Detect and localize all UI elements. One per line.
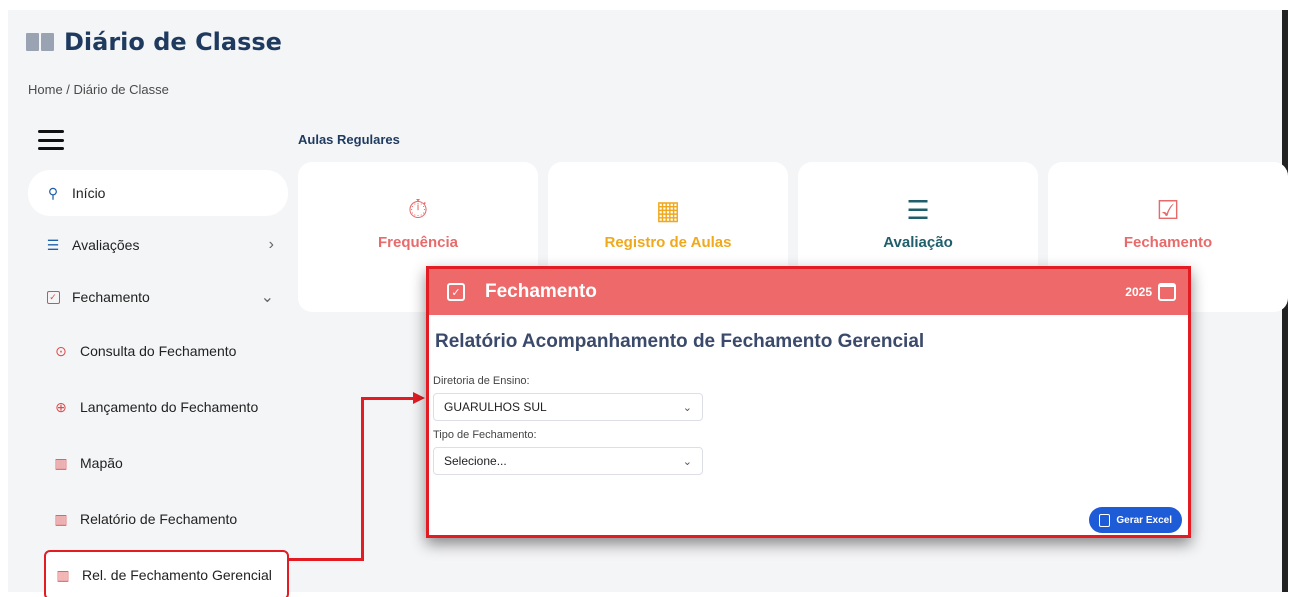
- book-icon: [26, 33, 54, 51]
- card-label: Fechamento: [1123, 234, 1213, 251]
- year-selector[interactable]: 2025: [1125, 283, 1176, 301]
- checkbox-icon: ✓: [447, 283, 465, 301]
- sidebar-item-label: Relatório de Fechamento: [80, 511, 238, 527]
- sidebar-item-label: Mapão: [80, 455, 123, 471]
- year-label: 2025: [1125, 285, 1152, 299]
- tipo-fechamento-value: Selecione...: [444, 454, 507, 468]
- gerar-excel-label: Gerar Excel: [1116, 514, 1172, 526]
- section-label: Aulas Regulares: [298, 132, 400, 147]
- sidebar-item-label: Consulta do Fechamento: [80, 343, 237, 359]
- search-scan-icon: ⊙: [55, 342, 67, 359]
- diretoria-value: GUARULHOS SUL: [444, 400, 547, 414]
- sidebar-item-label: Avaliações: [72, 237, 140, 253]
- chevron-down-icon: ⌄: [682, 455, 692, 468]
- sidebar-item-label: Rel. de Fechamento Gerencial: [82, 567, 272, 583]
- chevron-down-icon: ⌄: [260, 289, 274, 306]
- sidebar-item-consulta-fechamento[interactable]: ⊙ Consulta do Fechamento: [28, 326, 288, 376]
- document-list-icon: ☰: [46, 236, 60, 253]
- callout-line: [288, 558, 364, 561]
- sidebar-item-label: Lançamento do Fechamento: [80, 399, 259, 415]
- calendar-icon: [1158, 283, 1176, 301]
- breadcrumb: Home / Diário de Classe: [28, 82, 169, 97]
- calendar-check-icon: ▦: [655, 194, 681, 225]
- gerar-excel-button[interactable]: Gerar Excel: [1089, 507, 1182, 533]
- fechamento-modal: ✓ Fechamento 2025 Relatório Acompanhamen…: [426, 266, 1191, 538]
- chevron-down-icon: ⌄: [682, 401, 692, 414]
- app-header: Diário de Classe: [26, 28, 282, 56]
- callout-arrow-icon: [413, 392, 425, 404]
- app-title: Diário de Classe: [64, 28, 282, 56]
- sidebar-item-avaliacoes[interactable]: ☰ Avaliações ›: [28, 222, 288, 268]
- card-label: Frequência: [377, 234, 459, 251]
- modal-header: ✓ Fechamento 2025: [429, 269, 1188, 315]
- sidebar-item-inicio[interactable]: ⚲ Início: [28, 170, 288, 216]
- diretoria-label: Diretoria de Ensino:: [433, 375, 530, 387]
- sidebar-item-relatorio-fechamento[interactable]: ▥ Relatório de Fechamento: [28, 494, 288, 544]
- report-title: Relatório Acompanhamento de Fechamento G…: [435, 331, 925, 352]
- excel-file-icon: [1099, 513, 1111, 527]
- sidebar: ⚲ Início ☰ Avaliações › ✓ Fechamento ⌄ ⊙…: [28, 170, 289, 597]
- modal-header-title: Fechamento: [485, 281, 597, 302]
- location-pin-icon: ⚲: [47, 184, 59, 201]
- sidebar-item-rel-fechamento-gerencial[interactable]: ▥ Rel. de Fechamento Gerencial: [44, 550, 289, 597]
- card-label: Registro de Aulas: [604, 234, 732, 251]
- sidebar-item-mapao[interactable]: ▥ Mapão: [28, 438, 288, 488]
- tipo-fechamento-label: Tipo de Fechamento:: [433, 429, 537, 441]
- stopwatch-icon: ⏱: [407, 194, 429, 224]
- file-add-icon: ⊕: [55, 398, 67, 415]
- modal-body: Relatório Acompanhamento de Fechamento G…: [429, 315, 1188, 535]
- chevron-right-icon: ›: [268, 236, 274, 253]
- callout-line: [361, 397, 364, 561]
- sidebar-item-lancamento-fechamento[interactable]: ⊕ Lançamento do Fechamento: [28, 382, 288, 432]
- card-label: Avaliação: [883, 234, 953, 251]
- map-icon: ▥: [56, 566, 70, 583]
- map-icon: ▥: [54, 510, 68, 527]
- map-icon: ▥: [54, 454, 68, 471]
- menu-icon[interactable]: [38, 130, 64, 150]
- checkbox-icon: ✓: [44, 290, 62, 304]
- diretoria-select[interactable]: GUARULHOS SUL ⌄: [433, 393, 703, 421]
- document-list-icon: ☰: [906, 194, 930, 225]
- sidebar-item-fechamento[interactable]: ✓ Fechamento ⌄: [28, 274, 288, 320]
- sidebar-item-label: Fechamento: [72, 289, 150, 305]
- tipo-fechamento-select[interactable]: Selecione... ⌄: [433, 447, 703, 475]
- callout-line: [361, 397, 416, 400]
- checkbox-icon: ☑: [1156, 194, 1180, 225]
- sidebar-item-label: Início: [72, 185, 106, 201]
- page: Diário de Classe Home / Diário de Classe…: [8, 10, 1288, 597]
